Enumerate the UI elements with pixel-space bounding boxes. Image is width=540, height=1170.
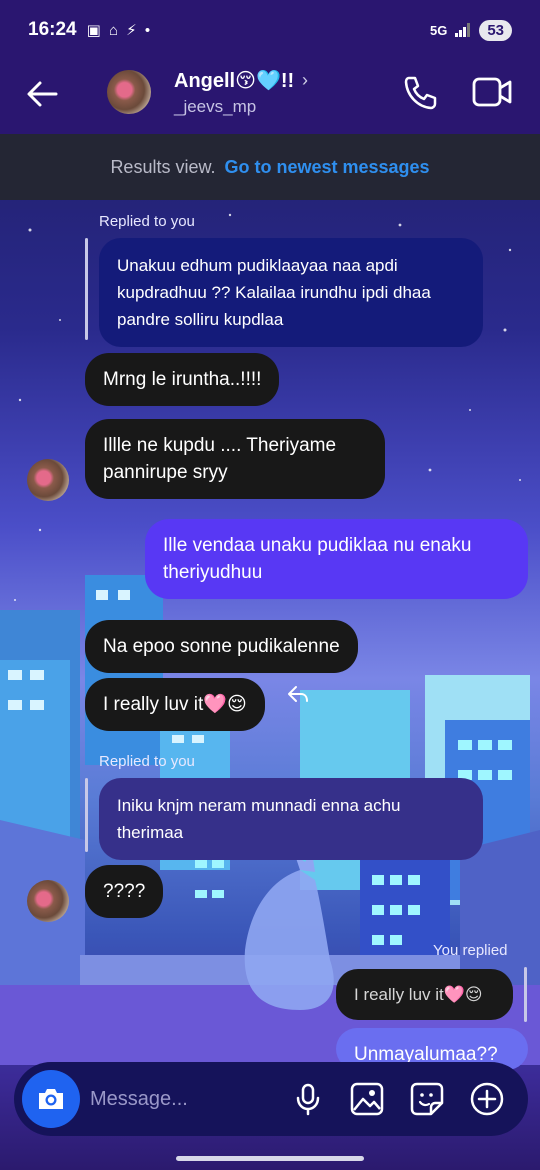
quote-bar xyxy=(85,238,88,340)
reply-arrow-icon[interactable] xyxy=(286,684,310,704)
received-message[interactable]: Illle ne kupdu .... Theriyame pannirupe … xyxy=(85,419,385,499)
network-indicator: 5G xyxy=(429,22,448,38)
signal-icon xyxy=(455,23,471,37)
received-message[interactable]: ???? xyxy=(85,865,164,918)
home-indicator[interactable] xyxy=(176,1156,364,1161)
status-bar: 16:24 ▣ ⌂ ⚡ • 5G 53 xyxy=(0,0,540,60)
status-indicators: ▣ ⌂ ⚡ • xyxy=(86,22,153,39)
chevron-right-icon[interactable]: › xyxy=(302,70,308,91)
received-message[interactable]: I really luv it🩷😌 xyxy=(85,678,265,731)
contact-username[interactable]: _jeevs_mp xyxy=(174,97,256,117)
message-composer xyxy=(14,1062,528,1136)
status-time: 16:24 xyxy=(28,19,77,40)
results-banner: Results view. Go to newest messages xyxy=(0,134,540,200)
video-camera-icon[interactable] xyxy=(470,74,514,110)
quoted-message[interactable]: Iniku knjm neram munnadi enna achu theri… xyxy=(99,778,483,860)
contact-avatar-small[interactable] xyxy=(27,880,69,922)
quote-bar xyxy=(85,778,88,852)
you-replied-label: You replied xyxy=(433,942,508,959)
replied-to-you-label: Replied to you xyxy=(99,753,195,770)
received-message[interactable]: Na epoo sonne pudikalenne xyxy=(85,620,358,673)
sticker-icon[interactable] xyxy=(409,1081,445,1117)
contact-avatar[interactable] xyxy=(107,70,151,114)
quote-bar xyxy=(524,967,527,1022)
gallery-icon[interactable] xyxy=(349,1081,385,1117)
phone-icon[interactable] xyxy=(400,72,440,112)
back-arrow-icon[interactable] xyxy=(22,74,62,114)
plus-circle-icon[interactable] xyxy=(469,1081,505,1117)
received-message[interactable]: Mrng le iruntha..!!!! xyxy=(85,353,280,406)
camera-icon xyxy=(39,1089,63,1109)
quoted-message[interactable]: Unakuu edhum pudiklaayaa naa apdi kupdra… xyxy=(99,238,483,347)
battery-indicator: 53 xyxy=(479,19,512,41)
results-view-label: Results view. xyxy=(110,156,216,177)
contact-name[interactable]: Angell😚🩵!! xyxy=(174,68,294,93)
camera-button[interactable] xyxy=(22,1070,80,1128)
replied-to-you-label: Replied to you xyxy=(99,213,195,230)
sent-message[interactable]: Ille vendaa unaku pudiklaa nu enaku ther… xyxy=(145,519,528,599)
sent-quoted-message[interactable]: I really luv it🩷😌 xyxy=(336,969,513,1020)
go-to-newest-link[interactable]: Go to newest messages xyxy=(224,157,429,178)
chat-header: Angell😚🩵!! › _jeevs_mp xyxy=(0,60,540,134)
contact-avatar-small[interactable] xyxy=(27,459,69,501)
microphone-icon[interactable] xyxy=(290,1081,326,1117)
message-input[interactable] xyxy=(90,1080,290,1118)
